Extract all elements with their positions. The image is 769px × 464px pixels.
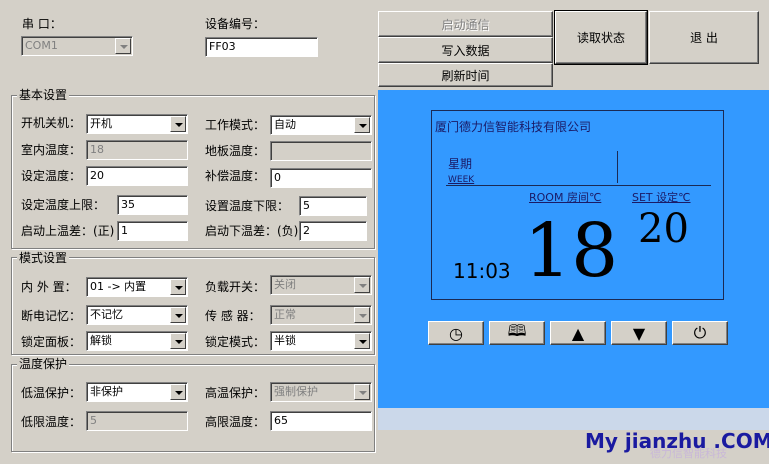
port-select[interactable]: COM1 — [21, 36, 133, 56]
chevron-down-icon[interactable] — [115, 38, 131, 54]
lcd-screen: 星期 WEEK ROOM 房间℃ SET 设定℃ 11:03 18 20 — [431, 110, 724, 300]
high-protect-select-value: 强制保护 — [274, 385, 318, 398]
high-protect-select[interactable]: 强制保护 — [270, 382, 372, 402]
room-temp-field: 18 — [86, 140, 188, 160]
load-switch-select[interactable]: 关闭 — [270, 275, 372, 295]
watermark-subtext: 德力信智能科技 — [650, 447, 727, 460]
upper-limit-label: 设定温度上限： — [21, 198, 106, 212]
start-up-diff-input[interactable]: 1 — [117, 221, 188, 241]
in-out-label: 内 外 置： — [21, 280, 77, 294]
low-protect-select[interactable]: 非保护 — [86, 382, 188, 402]
chevron-down-icon[interactable] — [170, 384, 186, 400]
chevron-down-icon[interactable] — [354, 333, 370, 349]
chevron-down-icon[interactable] — [354, 384, 370, 400]
set-temp-display: 20 — [638, 206, 689, 252]
sensor-select[interactable]: 正常 — [270, 305, 372, 325]
lower-limit-label: 设置温度下限： — [205, 199, 290, 213]
comp-temp-label: 补偿温度： — [205, 169, 266, 183]
sensor-label: 传 感 器： — [205, 309, 261, 323]
exit-button[interactable]: 退 出 — [649, 11, 759, 64]
mode-settings-title: 模式设置 — [17, 251, 70, 265]
down-arrow-icon: ▼ — [632, 323, 646, 343]
up-arrow-icon: ▲ — [571, 323, 585, 343]
sensor-select-value: 正常 — [274, 308, 296, 321]
set-temp-label: 设定温度： — [21, 169, 82, 183]
lcd-divider-vertical — [617, 151, 618, 183]
device-id-input[interactable]: FF03 — [205, 37, 318, 57]
set-temp-input[interactable]: 20 — [86, 166, 188, 186]
start-down-diff-input[interactable]: 2 — [299, 221, 367, 241]
low-protect-select-value: 非保护 — [90, 385, 123, 398]
device-id-label: 设备编号： — [205, 17, 266, 31]
floor-temp-label: 地板温度： — [205, 144, 266, 158]
power-select-value: 开机 — [90, 117, 112, 130]
port-label: 串 口： — [22, 17, 62, 31]
start-comm-button[interactable]: 启动通信 — [378, 11, 553, 37]
lock-panel-select[interactable]: 解锁 — [86, 331, 188, 351]
chevron-down-icon[interactable] — [170, 333, 186, 349]
load-switch-label: 负载开关： — [205, 280, 266, 294]
power-icon: ⏻ — [693, 323, 707, 342]
temp-protect-title: 温度保护 — [17, 357, 70, 371]
in-out-select-value: 01 -> 内置 — [90, 280, 147, 293]
lock-mode-label: 锁定模式： — [205, 335, 266, 349]
room-temp-display: 18 — [524, 208, 619, 294]
read-status-button[interactable]: 读取状态 — [554, 10, 648, 65]
low-protect-label: 低温保护： — [21, 386, 82, 400]
basic-settings-title: 基本设置 — [17, 88, 70, 102]
down-button[interactable]: ▼ — [611, 321, 667, 345]
port-select-value: COM1 — [25, 39, 58, 52]
high-protect-label: 高温保护： — [205, 386, 266, 400]
work-mode-label: 工作模式： — [205, 118, 266, 132]
book-icon: 🕮 — [507, 320, 527, 340]
room-temp-label: 室内温度： — [21, 143, 82, 157]
work-mode-select[interactable]: 自动 — [270, 115, 372, 135]
low-limit-field: 5 — [86, 411, 188, 431]
up-button[interactable]: ▲ — [550, 321, 606, 345]
write-data-button[interactable]: 写入数据 — [378, 37, 553, 63]
power-select[interactable]: 开机 — [86, 114, 188, 134]
watermark-band — [378, 408, 769, 430]
lock-panel-label: 锁定面板： — [21, 335, 82, 349]
memory-select[interactable]: 不记忆 — [86, 305, 188, 325]
clock-display: 11:03 — [453, 259, 511, 283]
thermostat-panel: 厦门德力信智能科技有限公司 星期 WEEK ROOM 房间℃ SET 设定℃ 1… — [378, 90, 769, 430]
chevron-down-icon[interactable] — [170, 307, 186, 323]
comp-temp-input[interactable]: 0 — [270, 168, 372, 188]
power-button[interactable]: ⏻ — [672, 321, 728, 345]
start-up-diff-label: 启动上温差：(正) — [21, 224, 115, 238]
high-limit-label: 高限温度： — [205, 415, 266, 429]
memory-select-value: 不记忆 — [90, 308, 123, 321]
high-limit-input[interactable]: 65 — [270, 411, 372, 431]
lock-panel-select-value: 解锁 — [90, 334, 112, 347]
clock-icon: ◷ — [449, 323, 463, 343]
week-cn-label: 星期 — [448, 157, 473, 171]
in-out-select[interactable]: 01 -> 内置 — [86, 277, 188, 297]
chevron-down-icon[interactable] — [354, 277, 370, 293]
set-temp-caption: SET 设定℃ — [632, 191, 691, 204]
power-label: 开机关机： — [21, 116, 82, 130]
lock-mode-select-value: 半锁 — [274, 334, 296, 347]
chevron-down-icon[interactable] — [354, 117, 370, 133]
start-down-diff-label: 启动下温差：(负) — [205, 224, 299, 238]
room-temp-caption: ROOM 房间℃ — [529, 191, 602, 204]
floor-temp-field — [270, 141, 372, 161]
work-mode-select-value: 自动 — [274, 118, 296, 131]
load-switch-select-value: 关闭 — [274, 278, 296, 291]
lcd-divider-horizontal — [446, 185, 711, 186]
upper-limit-input[interactable]: 35 — [117, 195, 188, 215]
program-button[interactable]: 🕮 — [489, 321, 545, 345]
low-limit-label: 低限温度： — [21, 415, 82, 429]
memory-label: 断电记忆： — [21, 309, 82, 323]
refresh-time-button[interactable]: 刷新时间 — [378, 63, 553, 87]
temp-protect-group — [11, 364, 375, 452]
chevron-down-icon[interactable] — [354, 307, 370, 323]
clock-button[interactable]: ◷ — [428, 321, 484, 345]
lock-mode-select[interactable]: 半锁 — [270, 331, 372, 351]
chevron-down-icon[interactable] — [170, 279, 186, 295]
lower-limit-input[interactable]: 5 — [299, 196, 367, 216]
chevron-down-icon[interactable] — [170, 116, 186, 132]
